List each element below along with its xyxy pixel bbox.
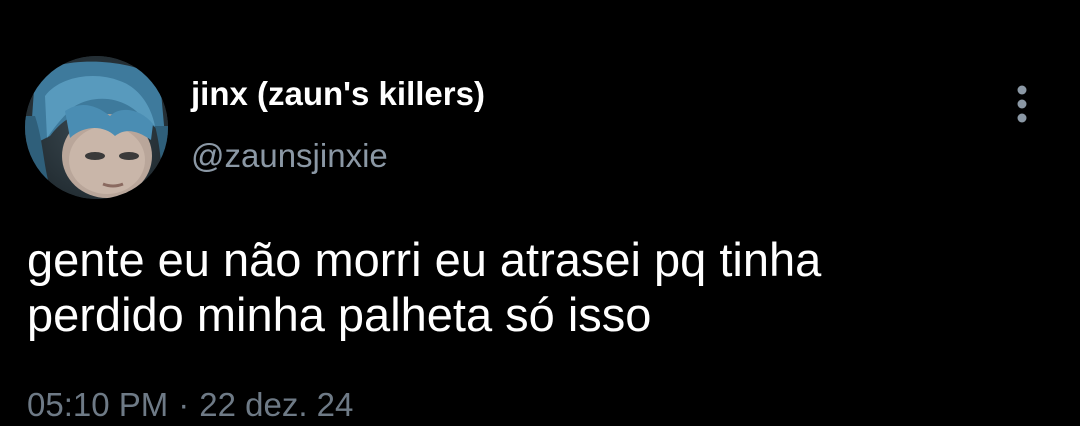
meta-separator: · [178, 386, 190, 423]
tweet: jinx (zaun's killers) @zaunsjinxie gente… [0, 0, 1080, 426]
tweet-time: 05:10 PM [27, 386, 169, 423]
profile-photo-icon [25, 56, 168, 199]
display-name[interactable]: jinx (zaun's killers) [191, 74, 485, 114]
more-vertical-icon [1017, 85, 1027, 123]
avatar[interactable] [25, 56, 168, 199]
user-handle[interactable]: @zaunsjinxie [191, 136, 388, 176]
tweet-text-line: gente eu não morri eu atrasei pq tinha [27, 233, 822, 286]
tweet-date: 22 dez. 24 [199, 386, 354, 423]
more-options-button[interactable] [1004, 82, 1040, 126]
tweet-text: gente eu não morri eu atrasei pq tinha p… [27, 232, 1027, 342]
tweet-timestamp[interactable]: 05:10 PM · 22 dez. 24 [27, 384, 353, 426]
tweet-text-line: perdido minha palheta só isso [27, 288, 652, 341]
